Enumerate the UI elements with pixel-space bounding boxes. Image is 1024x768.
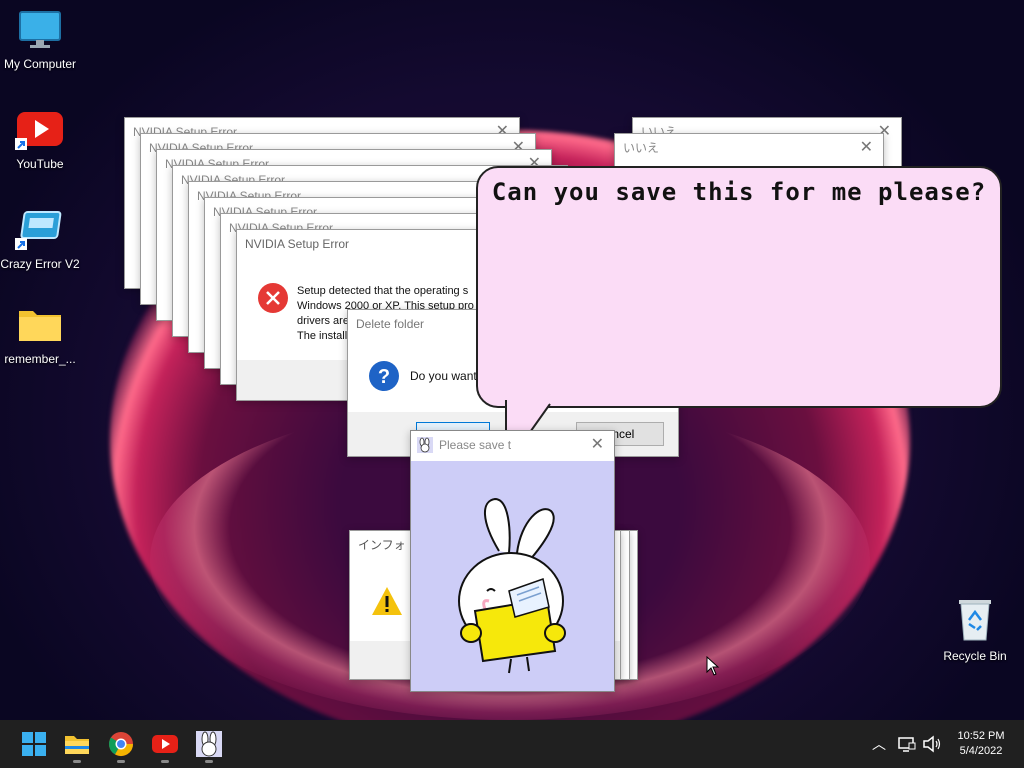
question-icon: ? — [369, 361, 399, 391]
chevron-up-icon[interactable]: ︿ — [872, 734, 886, 754]
chrome-icon[interactable] — [107, 730, 135, 758]
running-indicator — [161, 760, 169, 763]
close-icon[interactable]: ✕ — [591, 431, 604, 459]
desktop-icon-label: YouTube — [16, 157, 64, 171]
speech-bubble: Can you save this for me please? — [476, 166, 1002, 408]
running-indicator — [73, 760, 81, 763]
start-icon[interactable] — [20, 730, 48, 758]
taskbar: ︿ 10:52 PM 5/4/2022 — [0, 720, 1024, 768]
desktop-icon-youtube[interactable]: YouTube — [0, 110, 80, 171]
volume-icon[interactable] — [922, 735, 942, 753]
error-icon — [258, 283, 288, 313]
desktop-icon-crazy-error[interactable]: Crazy Error V2 — [0, 210, 80, 271]
monitor-icon — [19, 11, 61, 48]
warning-icon — [372, 587, 402, 615]
folder-icon — [19, 311, 61, 341]
mouse-cursor-icon — [706, 656, 720, 676]
desktop-icon-label: Recycle Bin — [943, 649, 1007, 663]
speech-bubble-text: Can you save this for me please? — [491, 178, 987, 206]
svg-text:?: ? — [378, 366, 390, 388]
running-indicator — [117, 760, 125, 763]
system-clock[interactable]: 10:52 PM 5/4/2022 — [950, 729, 1012, 759]
clock-time: 10:52 PM — [957, 730, 1005, 742]
bunny-window[interactable]: Please save t ✕ — [410, 430, 615, 692]
bunny-app-icon — [417, 437, 433, 453]
bunny-taskbar-icon[interactable] — [195, 730, 223, 758]
desktop-icon-recycle-bin[interactable]: Recycle Bin — [935, 598, 1015, 663]
youtube-taskbar-icon[interactable] — [151, 730, 179, 758]
close-icon[interactable]: ✕ — [860, 134, 873, 162]
file-explorer-icon[interactable] — [63, 730, 91, 758]
desktop-icon-label: remember_... — [4, 352, 76, 366]
youtube-icon — [15, 112, 63, 150]
recycle-bin-icon — [959, 600, 991, 641]
window-title: Please save t ✕ — [411, 431, 614, 461]
running-indicator — [205, 760, 213, 763]
window-title: いいえ ✕ — [615, 134, 883, 164]
clock-date: 5/4/2022 — [959, 745, 1003, 757]
bunny-with-folder-image — [458, 497, 566, 674]
dialog-message: Do you want t — [410, 369, 484, 383]
network-icon[interactable] — [898, 735, 916, 753]
desktop-icon-label: Crazy Error V2 — [0, 257, 80, 271]
desktop-icon-remember-folder[interactable]: remember_... — [0, 305, 80, 366]
crazy-error-icon — [15, 211, 62, 250]
desktop-icon-my-computer[interactable]: My Computer — [0, 10, 80, 71]
desktop-icon-label: My Computer — [3, 57, 77, 71]
